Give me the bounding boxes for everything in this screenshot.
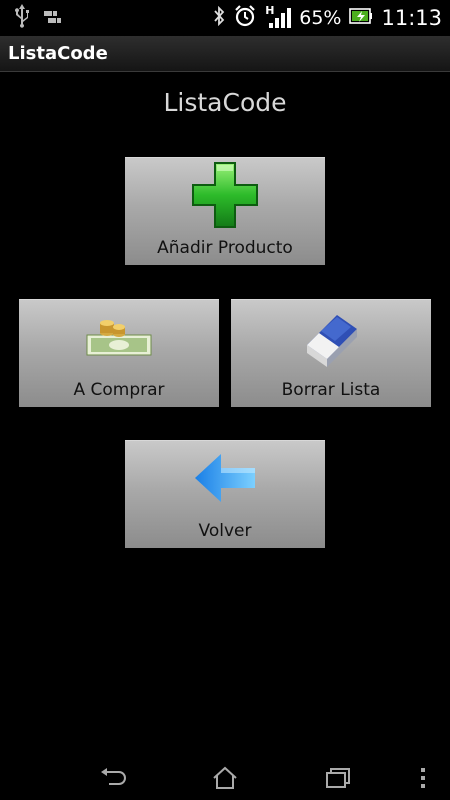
battery-icon (349, 6, 373, 30)
alarm-icon (233, 4, 257, 32)
back-button[interactable]: Volver (125, 440, 325, 548)
clock: 11:13 (381, 6, 442, 30)
app-title: ListaCode (8, 43, 108, 64)
navigation-bar (0, 756, 450, 800)
clear-list-label: Borrar Lista (281, 380, 381, 400)
to-buy-label: A Comprar (73, 380, 165, 400)
back-icon[interactable] (95, 762, 131, 794)
usb-icon (14, 4, 30, 32)
add-product-button[interactable]: Añadir Producto (125, 157, 325, 265)
action-bar: ListaCode (0, 36, 450, 72)
clear-list-button[interactable]: Borrar Lista (231, 299, 431, 407)
to-buy-button[interactable]: A Comprar (19, 299, 219, 407)
signal-icon: H (265, 4, 292, 30)
add-product-label: Añadir Producto (157, 238, 293, 258)
recent-apps-icon[interactable] (320, 762, 356, 794)
plus-icon (191, 161, 259, 233)
bluetooth-icon (213, 5, 225, 30)
eraser-icon (299, 305, 363, 373)
back-label: Volver (198, 521, 252, 541)
menu-icon[interactable] (405, 762, 441, 794)
back-arrow-icon (193, 451, 257, 509)
page-title: ListaCode (163, 88, 287, 117)
download-icon (44, 9, 62, 28)
status-bar: H 65% 11:13 (0, 0, 450, 36)
money-icon (83, 317, 155, 361)
home-icon[interactable] (207, 762, 243, 794)
battery-percent: 65% (299, 7, 342, 29)
